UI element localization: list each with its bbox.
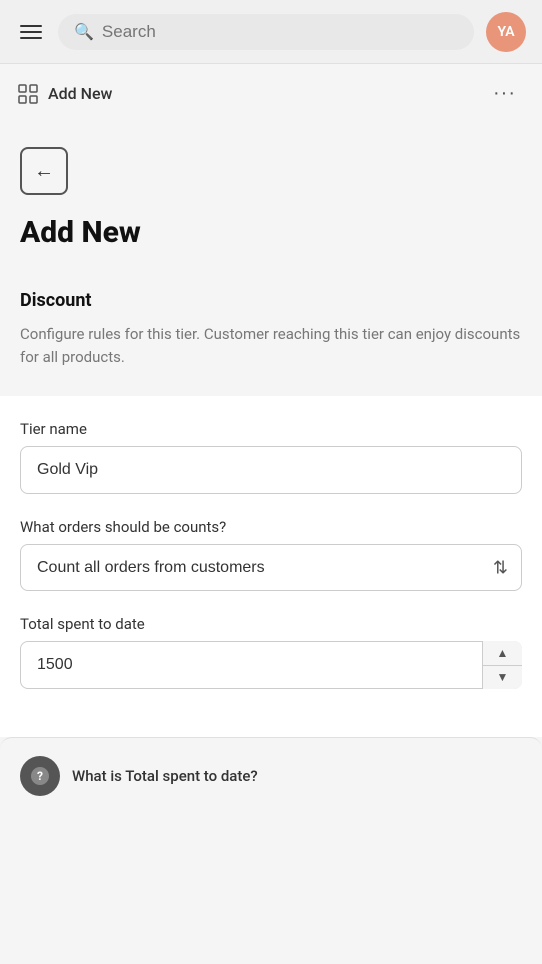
sub-header-left: Add New [18,84,112,104]
avatar[interactable]: YA [486,12,526,52]
discount-title: Discount [20,290,522,311]
hamburger-button[interactable] [16,21,46,43]
bottom-preview-card[interactable]: ? What is Total spent to date? [0,737,542,814]
sub-header-title: Add New [48,84,112,103]
hamburger-line-3 [20,37,42,39]
sub-header: Add New ··· [0,64,542,123]
search-icon: 🔍 [74,22,94,41]
top-navigation: 🔍 YA [0,0,542,64]
tier-name-input[interactable] [20,446,522,494]
orders-select[interactable]: Count all orders from customers Count on… [20,544,522,591]
preview-label: What is Total spent to date? [72,767,258,785]
orders-count-label: What orders should be counts? [20,518,522,536]
search-bar[interactable]: 🔍 [58,14,474,50]
total-spent-group: Total spent to date ▲ ▼ [20,615,522,689]
stepper-down-button[interactable]: ▼ [483,666,522,690]
tier-name-label: Tier name [20,420,522,438]
hamburger-line-2 [20,31,42,33]
discount-section: Discount Configure rules for this tier. … [0,270,542,396]
orders-count-group: What orders should be counts? Count all … [20,518,522,591]
total-spent-label: Total spent to date [20,615,522,633]
preview-icon: ? [20,756,60,796]
total-spent-wrapper: ▲ ▼ [20,641,522,689]
chevron-down-icon: ▼ [497,670,509,684]
search-input[interactable] [102,22,458,42]
back-button[interactable]: ← [20,147,68,195]
orders-select-wrapper: Count all orders from customers Count on… [20,544,522,591]
hamburger-line-1 [20,25,42,27]
more-options-button[interactable]: ··· [485,78,524,109]
tier-name-group: Tier name [20,420,522,494]
svg-text:?: ? [37,769,43,783]
grid-icon [18,84,38,104]
stepper-up-button[interactable]: ▲ [483,641,522,666]
form-section: Tier name What orders should be counts? … [0,396,542,737]
total-spent-input[interactable] [20,641,522,689]
back-section: ← Add New [0,123,542,270]
page-title: Add New [20,215,522,250]
chevron-up-icon: ▲ [497,646,509,660]
number-stepper: ▲ ▼ [482,641,522,689]
discount-description: Configure rules for this tier. Customer … [20,323,522,368]
